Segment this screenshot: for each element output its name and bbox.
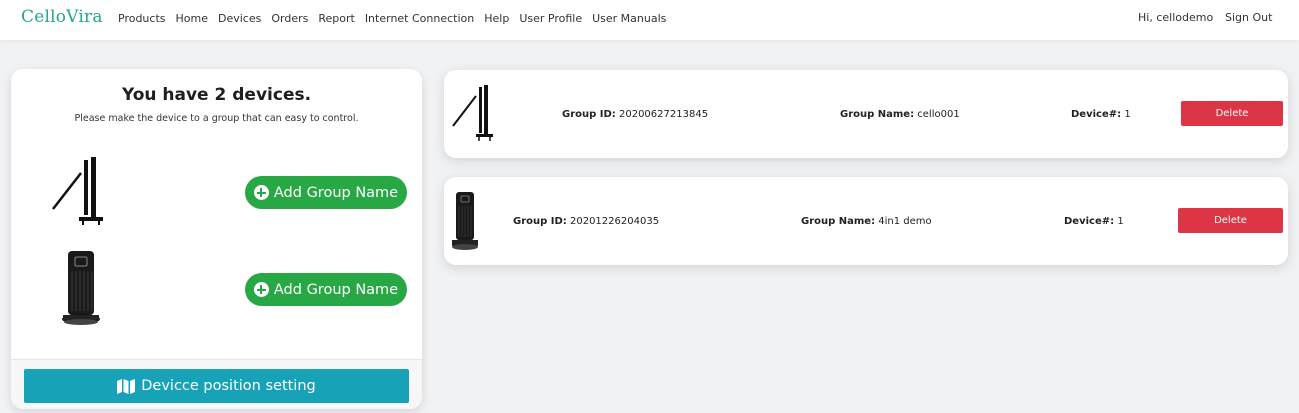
group-name-value: 4in1 demo — [878, 216, 932, 227]
tower-device-icon — [62, 251, 100, 325]
plus-circle-icon — [253, 185, 269, 200]
nav-item-home[interactable]: Home — [176, 12, 208, 25]
device-count-label: Device#: — [1071, 109, 1122, 120]
device-position-setting-label: Devicce position setting — [141, 378, 316, 394]
group-name-label: Group Name: — [840, 109, 915, 120]
sign-out-link[interactable]: Sign Out — [1225, 11, 1272, 24]
add-group-name-button[interactable]: Add Group Name — [245, 176, 407, 209]
nav-item-user-manuals[interactable]: User Manuals — [592, 12, 666, 25]
device-count-value: 1 — [1117, 216, 1124, 227]
group-id-field: Group ID: 20200627213845 — [562, 109, 708, 120]
tower-device-icon — [452, 192, 478, 250]
nav-item-report[interactable]: Report — [318, 12, 354, 25]
delete-group-button[interactable]: Delete — [1178, 208, 1283, 233]
nav-item-orders[interactable]: Orders — [271, 12, 308, 25]
group-id-label: Group ID: — [513, 216, 567, 227]
group-card: Group ID: 20200627213845 Group Name: cel… — [444, 70, 1288, 158]
stand-device-icon — [52, 157, 103, 225]
group-name-label: Group Name: — [801, 216, 876, 227]
brand-logo[interactable]: CelloVira — [21, 7, 103, 27]
user-greeting[interactable]: Hi, cellodemo — [1138, 11, 1213, 24]
nav-item-user-profile[interactable]: User Profile — [519, 12, 582, 25]
map-icon — [117, 378, 136, 394]
add-group-name-label: Add Group Name — [273, 184, 399, 201]
device-count-title: You have 2 devices. — [121, 85, 312, 105]
add-group-name-label: Add Group Name — [273, 281, 399, 298]
nav-item-internet-connection[interactable]: Internet Connection — [365, 12, 474, 25]
device-count-label: Device#: — [1064, 216, 1115, 227]
device-position-setting-button[interactable]: Devicce position setting — [24, 369, 409, 403]
device-count-field: Device#: 1 — [1071, 109, 1131, 120]
group-card: Group ID: 20201226204035 Group Name: 4in… — [444, 177, 1288, 265]
group-name-field: Group Name: cello001 — [840, 109, 960, 120]
top-navbar: CelloVira Products Home Devices Orders R… — [0, 0, 1299, 40]
panel-footer: Devicce position setting — [11, 359, 422, 409]
nav-item-devices[interactable]: Devices — [218, 12, 261, 25]
group-id-value: 20200627213845 — [618, 109, 709, 120]
device-count-field: Device#: 1 — [1064, 216, 1124, 227]
group-id-label: Group ID: — [562, 109, 616, 120]
group-id-value: 20201226204035 — [569, 216, 660, 227]
nav-menu: Products Home Devices Orders Report Inte… — [118, 12, 676, 25]
device-instruction-text: Please make the device to a group that c… — [74, 113, 359, 124]
device-summary-panel: You have 2 devices. Please make the devi… — [11, 69, 422, 409]
add-group-name-button[interactable]: Add Group Name — [245, 273, 407, 306]
stand-device-icon — [452, 85, 493, 141]
device-count-value: 1 — [1124, 109, 1131, 120]
nav-item-help[interactable]: Help — [484, 12, 509, 25]
delete-group-button[interactable]: Delete — [1181, 101, 1283, 126]
nav-item-products[interactable]: Products — [118, 12, 166, 25]
group-id-field: Group ID: 20201226204035 — [513, 216, 659, 227]
group-name-field: Group Name: 4in1 demo — [801, 216, 932, 227]
plus-circle-icon — [253, 282, 269, 297]
group-name-value: cello001 — [917, 109, 960, 120]
